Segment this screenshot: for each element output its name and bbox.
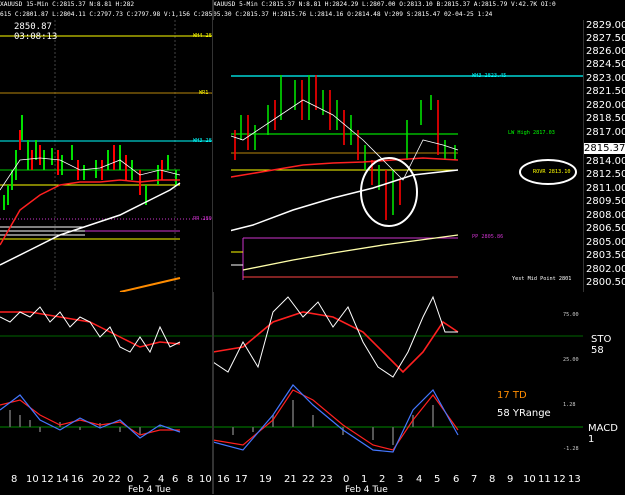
price-tick: 2821.50 — [586, 86, 625, 97]
right-lwhigh-label: LW High 2817.03 — [508, 130, 555, 136]
right-x-tick: 19 — [259, 474, 272, 485]
right-x-tick: 8 — [489, 474, 496, 485]
right-x-tick: 21 — [284, 474, 297, 485]
macd-neg-tick: -1.28 — [563, 446, 579, 452]
right-pp-label: PP 2805.86 — [472, 234, 504, 240]
price-tick: 2818.50 — [586, 113, 625, 124]
right-x-tick: 22 — [302, 474, 315, 485]
right-header-line2: 05.30 C:2815.37 H:2815.76 L:2814.16 O:28… — [213, 11, 493, 18]
price-tick: 2800.50 — [586, 277, 625, 288]
price-tick: 2806.50 — [586, 223, 625, 234]
price-tick: 2820.00 — [586, 100, 625, 111]
left-x-tick: 4 — [158, 474, 165, 485]
left-header-line1: XAUUSD 15-Min C:2815.37 N:8.81 H:282 — [0, 1, 135, 8]
right-stochastic-chart[interactable] — [213, 292, 583, 380]
price-axis: 2829.00 2827.50 2826.00 2824.50 2823.00 … — [583, 20, 625, 292]
right-x-axis: 16 17 19 21 22 23 0 1 2 3 4 5 6 7 8 9 10… — [213, 468, 583, 495]
left-macd-chart[interactable] — [0, 380, 213, 468]
macd-label: MACD 1 — [588, 423, 618, 445]
price-tick: 2827.50 — [586, 33, 625, 44]
price-tick: 2829.00 — [586, 20, 625, 31]
right-price-chart[interactable] — [213, 20, 583, 292]
price-tick: 2805.00 — [586, 237, 625, 248]
price-tick: 2812.50 — [586, 169, 625, 180]
right-x-tick: 16 — [217, 474, 230, 485]
highlight-circle — [360, 157, 418, 227]
right-x-tick: 11 — [538, 474, 551, 485]
macd-pos-tick: 1.28 — [563, 402, 576, 408]
right-rovr-label: ROVR 2813.10 — [533, 169, 571, 175]
price-tick: 2814.00 — [586, 156, 625, 167]
right-x-tick: 6 — [453, 474, 460, 485]
left-x-tick: 12 — [41, 474, 54, 485]
sto-25-tick: 25.00 — [563, 357, 579, 363]
left-chart-header: XAUUSD 15-Min C:2815.37 N:8.81 H:282 615… — [0, 0, 213, 20]
sto-75-tick: 75.00 — [563, 312, 579, 318]
left-x-tick: 0 — [127, 474, 134, 485]
right-x-tick: 7 — [471, 474, 478, 485]
left-x-tick: 10 — [199, 474, 212, 485]
left-x-tick: 2 — [143, 474, 150, 485]
right-x-tick: 13 — [568, 474, 581, 485]
price-tick: 2809.50 — [586, 196, 625, 207]
left-x-tick: 22 — [108, 474, 121, 485]
price-tick: 2824.50 — [586, 59, 625, 70]
left-x-axis: 8 10 12 14 16 20 22 0 2 4 6 8 10 Feb 4 T… — [0, 468, 213, 495]
price-tick: 2808.00 — [586, 210, 625, 221]
current-price-tag: 2815.37 — [584, 143, 625, 154]
right-header-line1: XAUUSD 5-Min C:2815.37 N:8.81 H:2824.29 … — [213, 1, 556, 8]
sto-label: STO 58 — [591, 334, 612, 356]
price-tick: 2817.00 — [586, 127, 625, 138]
left-right-gap-bar — [213, 20, 231, 292]
right-x-tick: 10 — [523, 474, 536, 485]
right-x-tick: 5 — [434, 474, 441, 485]
right-macd-chart[interactable] — [213, 380, 583, 468]
left-x-tick: 10 — [26, 474, 39, 485]
left-x-tick: 8 — [11, 474, 18, 485]
right-wh3-label: WH3 2823.45 — [472, 73, 507, 79]
left-price-label: 2850.87 — [14, 22, 52, 32]
price-tick: 2802.00 — [586, 264, 625, 275]
left-x-tick: 6 — [172, 474, 179, 485]
right-x-tick: 9 — [507, 474, 514, 485]
right-mid-label: Yest Mid Point 2801 — [512, 276, 572, 282]
price-tick: 2811.00 — [586, 183, 625, 194]
right-x-tick: 12 — [553, 474, 566, 485]
price-tick: 2823.00 — [586, 73, 625, 84]
left-x-tick: 16 — [71, 474, 84, 485]
td-label: 17 TD — [497, 390, 527, 401]
left-stochastic-chart[interactable] — [0, 292, 213, 380]
left-price-chart[interactable] — [0, 20, 213, 292]
price-tick: 2803.50 — [586, 250, 625, 261]
right-chart-header: XAUUSD 5-Min C:2815.37 N:8.81 H:2824.29 … — [213, 0, 583, 20]
left-x-tick: 14 — [56, 474, 69, 485]
right-x-tick: 1 — [361, 474, 368, 485]
right-x-tick: 17 — [235, 474, 248, 485]
right-x-tick: 23 — [320, 474, 333, 485]
right-x-tick: 4 — [416, 474, 423, 485]
left-time-label: 03:08:13 — [14, 32, 58, 42]
yrange-label: 58 YRange — [497, 408, 551, 419]
left-header-line2: 615 C:2801.87 L:2804.11 C:2797.73 C:2797… — [0, 11, 213, 18]
left-x-tick: 8 — [187, 474, 194, 485]
price-tick: 2826.00 — [586, 46, 625, 57]
right-x-tick: 2 — [379, 474, 386, 485]
right-x-tick: 3 — [397, 474, 404, 485]
left-x-tick: 20 — [92, 474, 105, 485]
right-x-tick: 0 — [343, 474, 350, 485]
